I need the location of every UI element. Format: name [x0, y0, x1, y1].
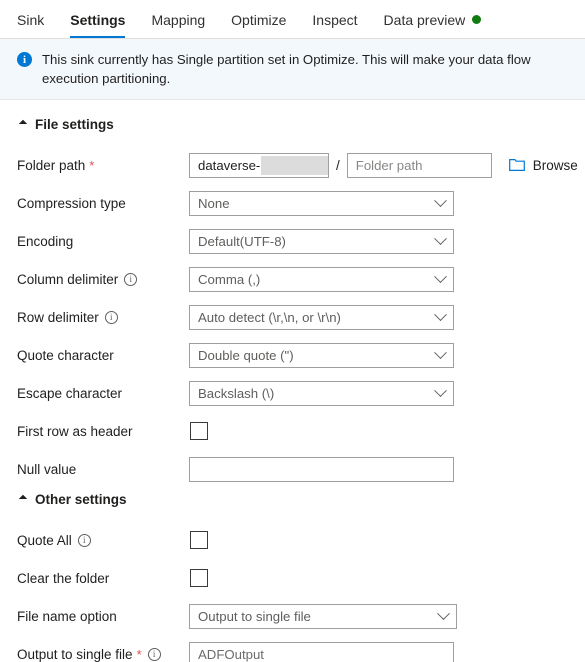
file-name-option-select[interactable]: Output to single file	[189, 603, 457, 629]
label-clear-the-folder: Clear the folder	[17, 570, 110, 586]
required-asterisk: *	[89, 157, 95, 173]
label-file-name-option: File name option	[17, 608, 117, 624]
section-title-other-settings: Other settings	[35, 492, 127, 507]
label-quote-all: Quote All i	[17, 533, 189, 548]
folder-path-input[interactable]: Folder path	[346, 152, 492, 178]
label-encoding: Encoding	[17, 233, 74, 249]
encoding-select[interactable]: Default(UTF-8)	[189, 228, 454, 254]
quote-all-checkbox[interactable]	[190, 531, 208, 549]
chevron-collapse-icon	[18, 119, 28, 129]
chevron-down-icon	[434, 193, 447, 207]
field-row-first-row-as-header: First row as header	[0, 412, 585, 450]
label-column-delimiter: Column delimiter i	[17, 272, 189, 287]
label-row-delimiter: Row delimiter i	[17, 310, 189, 325]
chevron-down-icon	[434, 383, 447, 397]
status-dot-icon	[472, 15, 482, 24]
redacted-block	[261, 155, 328, 175]
info-icon[interactable]: i	[104, 310, 118, 324]
escape-character-select[interactable]: Backslash (\)	[189, 380, 454, 406]
quote-character-value: Double quote (")	[198, 347, 294, 363]
row-delimiter-select[interactable]: Auto detect (\r,\n, or \r\n)	[189, 304, 454, 330]
label-quote-character: Quote character	[17, 347, 114, 363]
info-icon[interactable]: i	[77, 533, 91, 547]
tab-data-preview[interactable]: Data preview	[384, 12, 482, 38]
field-row-null-value: Null value	[0, 450, 585, 488]
column-delimiter-value: Comma (,)	[198, 271, 261, 287]
settings-form: File settings Folder path * dataverse- /…	[0, 100, 585, 662]
info-banner-text: This sink currently has Single partition…	[42, 52, 531, 86]
browse-label: Browse	[532, 157, 578, 173]
tab-bar: Sink Settings Mapping Optimize Inspect D…	[0, 0, 585, 39]
info-banner: i This sink currently has Single partiti…	[0, 39, 585, 100]
required-asterisk: *	[136, 646, 142, 662]
tab-settings[interactable]: Settings	[70, 12, 126, 38]
tab-optimize[interactable]: Optimize	[231, 12, 286, 38]
quote-character-select[interactable]: Double quote (")	[189, 342, 454, 368]
folder-icon	[508, 159, 525, 171]
label-compression-type: Compression type	[17, 195, 126, 211]
escape-character-value: Backslash (\)	[198, 385, 275, 401]
browse-button[interactable]: Browse	[508, 157, 578, 173]
label-null-value: Null value	[17, 461, 77, 477]
chevron-down-icon	[434, 269, 447, 283]
chevron-collapse-icon	[18, 494, 28, 504]
file-name-option-value: Output to single file	[198, 608, 311, 624]
field-row-output-to-single-file: Output to single file * i ADFOutput	[0, 635, 585, 662]
tab-data-preview-label: Data preview	[383, 12, 466, 28]
field-row-quote-character: Quote character Double quote (")	[0, 336, 585, 374]
container-input[interactable]: dataverse-	[189, 152, 329, 178]
label-escape-character: Escape character	[17, 385, 123, 401]
tab-sink[interactable]: Sink	[17, 12, 44, 38]
container-value: dataverse-	[198, 157, 261, 173]
field-row-file-name-option: File name option Output to single file	[0, 597, 585, 635]
tab-mapping[interactable]: Mapping	[151, 12, 205, 38]
chevron-down-icon	[434, 345, 447, 359]
output-to-single-file-input[interactable]: ADFOutput	[189, 641, 454, 662]
info-icon[interactable]: i	[147, 647, 161, 661]
field-row-quote-all: Quote All i	[0, 521, 585, 559]
label-folder-path: Folder path *	[17, 157, 95, 173]
folder-path-group: dataverse- / Folder path Browse	[189, 152, 578, 178]
compression-type-value: None	[198, 195, 230, 211]
tab-inspect[interactable]: Inspect	[312, 12, 357, 38]
field-row-folder-path: Folder path * dataverse- / Folder path B…	[0, 146, 585, 184]
label-first-row-as-header: First row as header	[17, 423, 133, 439]
clear-the-folder-checkbox[interactable]	[190, 569, 208, 587]
field-row-compression-type: Compression type None	[0, 184, 585, 222]
info-icon[interactable]: i	[124, 272, 138, 286]
column-delimiter-select[interactable]: Comma (,)	[189, 266, 454, 292]
section-header-other-settings[interactable]: Other settings	[0, 492, 585, 507]
null-value-input[interactable]	[189, 456, 454, 482]
chevron-down-icon	[434, 307, 447, 321]
field-row-escape-character: Escape character Backslash (\)	[0, 374, 585, 412]
field-row-column-delimiter: Column delimiter i Comma (,)	[0, 260, 585, 298]
row-delimiter-value: Auto detect (\r,\n, or \r\n)	[198, 309, 341, 325]
chevron-down-icon	[434, 231, 447, 245]
field-row-clear-the-folder: Clear the folder	[0, 559, 585, 597]
field-row-encoding: Encoding Default(UTF-8)	[0, 222, 585, 260]
section-title-file-settings: File settings	[35, 117, 114, 132]
field-row-row-delimiter: Row delimiter i Auto detect (\r,\n, or \…	[0, 298, 585, 336]
section-header-file-settings[interactable]: File settings	[0, 117, 585, 132]
info-icon: i	[17, 52, 32, 67]
label-output-to-single-file: Output to single file * i	[17, 647, 189, 662]
chevron-down-icon	[437, 606, 450, 620]
encoding-value: Default(UTF-8)	[198, 233, 286, 249]
path-separator: /	[336, 157, 340, 173]
first-row-as-header-checkbox[interactable]	[190, 422, 208, 440]
compression-type-select[interactable]: None	[189, 190, 454, 216]
